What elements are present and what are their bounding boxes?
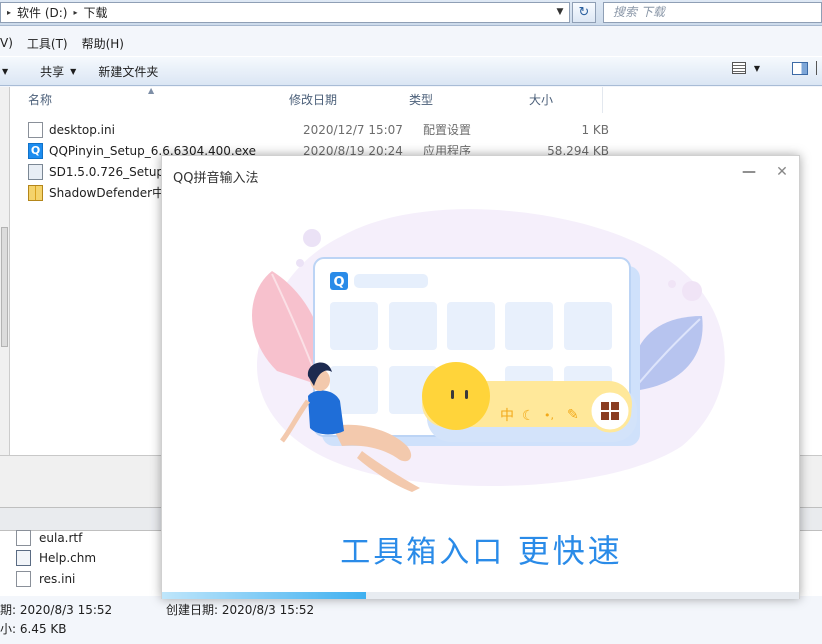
status-file-size: 大小: 6.45 KB <box>0 622 67 636</box>
panel-header-bar <box>354 274 428 288</box>
zip-folder-icon <box>28 185 43 201</box>
column-header-modified[interactable]: 修改日期 <box>271 87 401 113</box>
menu-bar: V) 工具(T) 帮助(H) <box>0 32 822 54</box>
punctuation-icon: •, <box>544 409 554 422</box>
qq-exe-icon: Q <box>28 143 43 159</box>
new-folder-button[interactable]: 新建文件夹 <box>98 63 158 80</box>
toolbox-button <box>588 389 632 433</box>
chm-file-icon <box>16 550 31 566</box>
status-modified-date: 日期: 2020/8/3 15:52 <box>0 603 113 617</box>
toolbar-zh-icon: 中 <box>500 408 514 424</box>
breadcrumb-separator-icon[interactable]: ▸ <box>73 8 77 17</box>
slogan-part2: 更快速 <box>517 532 623 570</box>
qq-pinyin-installer-dialog: QQ拼音输入法 — ✕ Q 中 ☾ •, ✎ 工具箱入口 更快速 <box>161 155 800 599</box>
close-button[interactable]: ✕ <box>773 162 791 182</box>
view-list-icon[interactable] <box>731 62 746 74</box>
command-toolbar: ▼ 共享 ▼ 新建文件夹 ▼ <box>0 56 822 86</box>
list-item[interactable]: res.ini <box>16 569 75 589</box>
menu-help[interactable]: 帮助(H) <box>82 35 124 52</box>
preview-pane-icon[interactable] <box>792 61 808 75</box>
status-created-date: 创建日期: 2020/8/3 15:52 <box>166 603 315 617</box>
scrollbar-thumb[interactable] <box>1 227 8 347</box>
list-item[interactable]: desktop.ini 2020/12/7 15:07 配置设置 1 KB <box>28 120 609 140</box>
file-size: 1 KB <box>581 123 609 137</box>
ini-file-icon <box>28 122 43 138</box>
breadcrumb-arrow-icon[interactable]: ▸ <box>7 8 11 17</box>
decor-bubble <box>682 281 702 301</box>
slogan-part1: 工具箱入口 <box>340 535 506 570</box>
column-header-size[interactable]: 大小 <box>511 87 603 113</box>
wrench-icon: ✎ <box>567 407 579 423</box>
promo-slogan: 工具箱入口 更快速 <box>162 526 801 572</box>
menu-tools[interactable]: 工具(T) <box>27 35 68 52</box>
search-input[interactable]: 搜索 下载 <box>603 2 822 23</box>
file-date: 2020/12/7 15:07 <box>303 123 403 137</box>
install-progress-bar <box>162 592 799 599</box>
svg-text:Q: Q <box>333 275 344 290</box>
column-header-name[interactable]: 名称 <box>10 87 283 113</box>
decor-bubble <box>296 259 304 267</box>
chevron-down-icon[interactable]: ▼ <box>2 67 8 76</box>
screen: { "explorer": { "address": {"back_arrow"… <box>0 0 822 644</box>
file-type: 配置设置 <box>423 123 472 137</box>
list-item[interactable]: eula.rtf <box>16 528 82 548</box>
minimize-button[interactable]: — <box>740 162 758 182</box>
decor-bubble <box>668 280 676 288</box>
details-status-bar <box>0 596 822 644</box>
setup-exe-icon <box>28 164 43 180</box>
address-bar-area: ▸ 软件 (D:) ▸ 下载 ▼ ↻ 搜索 下载 <box>0 0 822 26</box>
rtf-file-icon <box>16 530 31 546</box>
file-name: Help.chm <box>39 551 97 565</box>
progress-fill <box>162 592 366 599</box>
file-name: eula.rtf <box>39 531 83 545</box>
breadcrumb-folder[interactable]: 下载 <box>84 4 108 21</box>
breadcrumb-drive[interactable]: 软件 (D:) <box>17 4 67 21</box>
moon-icon: ☾ <box>522 408 535 424</box>
ini-file-icon <box>16 571 31 587</box>
address-bar[interactable]: ▸ 软件 (D:) ▸ 下载 ▼ <box>0 2 570 23</box>
share-button[interactable]: 共享 <box>40 63 64 80</box>
sort-arrow-icon: ▲ <box>148 86 155 95</box>
view-buttons: ▼ <box>731 61 822 75</box>
view-dropdown-icon[interactable]: ▼ <box>754 64 760 73</box>
decor-bubble <box>303 229 321 247</box>
menu-view[interactable]: V) <box>0 36 13 50</box>
column-header-type[interactable]: 类型 <box>391 87 516 113</box>
navigation-scrollbar[interactable] <box>0 87 10 455</box>
smiley-face-icon <box>422 362 490 430</box>
share-dropdown-icon[interactable]: ▼ <box>70 67 76 76</box>
promo-illustration: Q 中 ☾ •, ✎ <box>252 209 725 492</box>
list-item[interactable]: Help.chm <box>16 548 96 568</box>
refresh-button[interactable]: ↻ <box>572 2 596 23</box>
dialog-title: QQ拼音输入法 <box>173 171 259 186</box>
file-name: desktop.ini <box>49 123 115 137</box>
file-name: res.ini <box>39 572 76 586</box>
address-dropdown-icon[interactable]: ▼ <box>553 4 567 21</box>
